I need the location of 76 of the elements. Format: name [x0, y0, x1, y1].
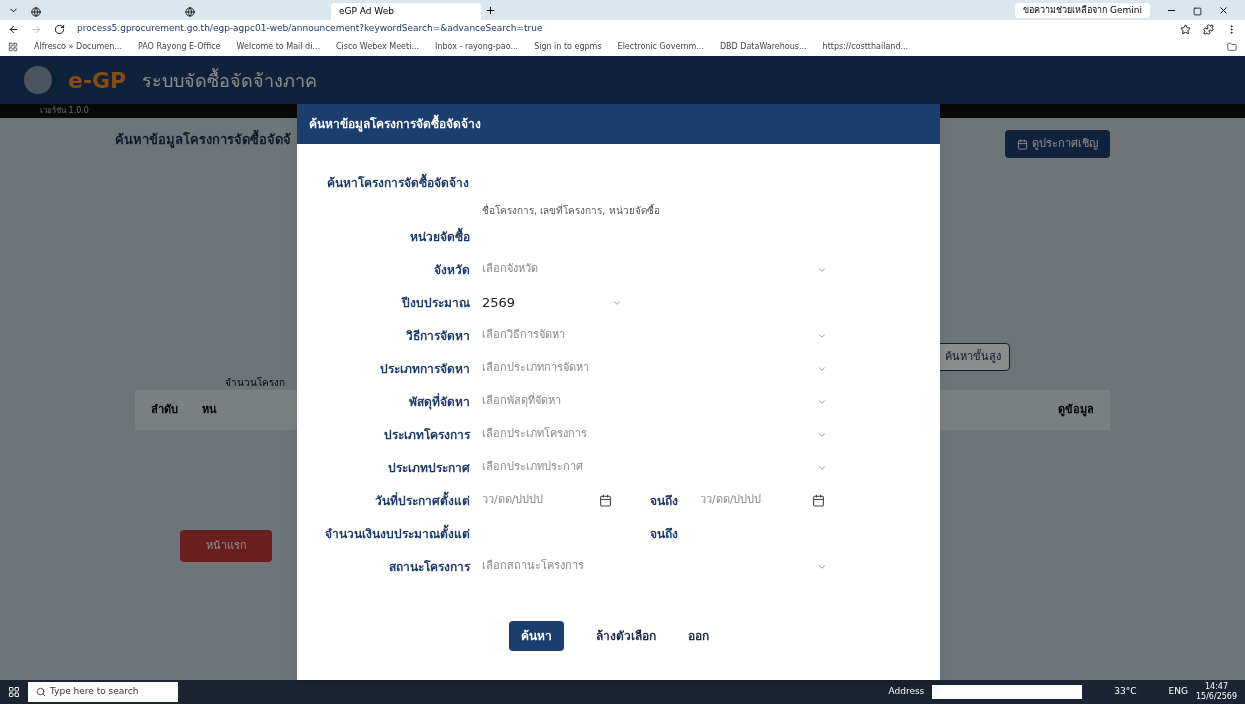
- field-label: สถานะโครงการ: [388, 558, 472, 576]
- field-label: วิธีการจัดหา: [405, 327, 471, 345]
- maximize-icon[interactable]: [1193, 7, 1202, 16]
- select-field[interactable]: เลือกประเภทโครงการ: [482, 422, 827, 447]
- field-label: ปีงบประมาณ: [400, 294, 471, 312]
- bookmark-link[interactable]: Electronic Governm...: [617, 41, 704, 53]
- page-heading: ค้นหาข้อมูลโครงการจัดซื้อจัดจ้: [115, 130, 291, 158]
- select-field[interactable]: 2569: [482, 290, 622, 315]
- select-field[interactable]: เลือกประเภทประกาศ: [482, 455, 827, 480]
- dialog-button[interactable]: ออก: [687, 621, 709, 651]
- taskbar-search[interactable]: Type here to search: [28, 682, 178, 702]
- select-field[interactable]: เลือกสถานะโครงการ: [482, 554, 827, 579]
- bookmark-link[interactable]: Sign in to egpms: [534, 41, 602, 53]
- globe-icon: [185, 7, 195, 17]
- gemini-button[interactable]: ขอความช่วยเหลือจาก Gemini: [1015, 3, 1150, 18]
- search-placeholder: Type here to search: [50, 685, 139, 699]
- bookmark-link[interactable]: Cisco Webex Meeti...: [336, 41, 420, 53]
- browser-tab[interactable]: eGP Ad Web: [331, 3, 481, 20]
- calendar-icon: [812, 494, 825, 507]
- clock-time: 14:47: [1204, 682, 1228, 692]
- field-label: วันที่ประกาศตั้งแต่: [374, 491, 471, 510]
- search-icon: [36, 687, 46, 697]
- field-label: พัสดุที่จัดหา: [408, 392, 471, 411]
- folder-icon[interactable]: [1227, 42, 1237, 52]
- address-label: Address: [888, 685, 925, 699]
- announce-button[interactable]: ดูประกาศเชิญ: [1005, 130, 1110, 158]
- field-label: ประเภทโครงการ: [383, 426, 472, 444]
- bookmark-link[interactable]: Welcome to Mail di...: [236, 41, 320, 53]
- version-text: เวอร์ชัน 1.0.0: [40, 105, 89, 117]
- section-label: ค้นหาโครงการจัดซื้อจัดจ้าง: [327, 174, 910, 192]
- home-button[interactable]: หน้าแรก: [180, 530, 272, 562]
- select-field[interactable]: เลือกจังหวัด: [482, 257, 827, 282]
- bookmark-icon[interactable]: [1180, 23, 1191, 35]
- date-field[interactable]: วว/ดด/ปปปป: [700, 488, 825, 513]
- address-bar[interactable]: process5.gprocurement.go.th/egp-agpc01-web/announcement?keywordSearch=&advanceSearch=true: [77, 22, 1168, 36]
- site-logo: e-GP: [68, 66, 127, 95]
- bookmark-link[interactable]: Alfresco » Documen...: [34, 41, 122, 53]
- column-header: ดูข้อมูล: [1058, 401, 1094, 419]
- date-field[interactable]: วว/ดด/ปปปป: [482, 488, 612, 513]
- new-tab-icon[interactable]: [485, 5, 496, 16]
- search-button[interactable]: ค้นหา: [508, 621, 564, 651]
- extensions-icon[interactable]: [1203, 23, 1214, 35]
- column-header: ลำดับ: [151, 401, 178, 418]
- back-icon[interactable]: [8, 23, 19, 35]
- weather-text: 33°C: [1114, 685, 1137, 699]
- emblem-icon: [24, 66, 52, 94]
- dialog-title: ค้นหาข้อมูลโครงการจัดซื้อจัดจ้าง: [309, 115, 481, 133]
- bookmark-link[interactable]: Inbox - rayong-pao...: [435, 41, 519, 53]
- field-label: จนถึง: [650, 525, 679, 543]
- reload-icon[interactable]: [54, 23, 65, 35]
- bookmark-link[interactable]: https://costthailand...: [822, 41, 909, 53]
- count-label: จำนวนโครงก: [225, 376, 286, 390]
- globe-icon: [31, 7, 41, 17]
- select-field[interactable]: เลือกประเภทการจัดหา: [482, 356, 827, 381]
- field-label: จังหวัด: [433, 261, 471, 279]
- language-indicator[interactable]: ENG: [1168, 685, 1188, 699]
- apps-icon[interactable]: [8, 42, 18, 52]
- field-label: ประเภทประกาศ: [387, 459, 471, 477]
- select-field[interactable]: เลือกวิธีการจัดหา: [482, 323, 827, 348]
- site-title: ระบบจัดซื้อจัดจ้างภาค: [142, 67, 318, 93]
- bookmark-link[interactable]: PAO Rayong E-Office: [137, 41, 221, 53]
- field-label: ประเภทการจัดหา: [379, 360, 471, 378]
- select-field[interactable]: เลือกพัสดุที่จัดหา: [482, 389, 827, 414]
- close-icon[interactable]: [1218, 5, 1229, 16]
- dialog-button[interactable]: ล้างตัวเลือก: [595, 621, 656, 651]
- field-label: จำนวนเงินงบประมาณตั้งแต่: [324, 524, 471, 543]
- column-header: หน: [202, 401, 217, 418]
- calendar-icon: [599, 494, 612, 507]
- clock-date: 15/6/2569: [1195, 692, 1237, 702]
- field-label: หน่วยจัดซื้อ: [409, 227, 471, 246]
- calendar-icon: [1017, 138, 1028, 150]
- address-input[interactable]: [932, 685, 1083, 699]
- field-label: จนถึง: [650, 492, 679, 510]
- keyword-field[interactable]: ชื่อโครงการ, เลขที่โครงการ, หน่วยจัดซื้อ: [482, 200, 827, 220]
- start-icon[interactable]: [8, 686, 20, 698]
- bookmark-link[interactable]: DBD DataWarehous...: [719, 41, 807, 53]
